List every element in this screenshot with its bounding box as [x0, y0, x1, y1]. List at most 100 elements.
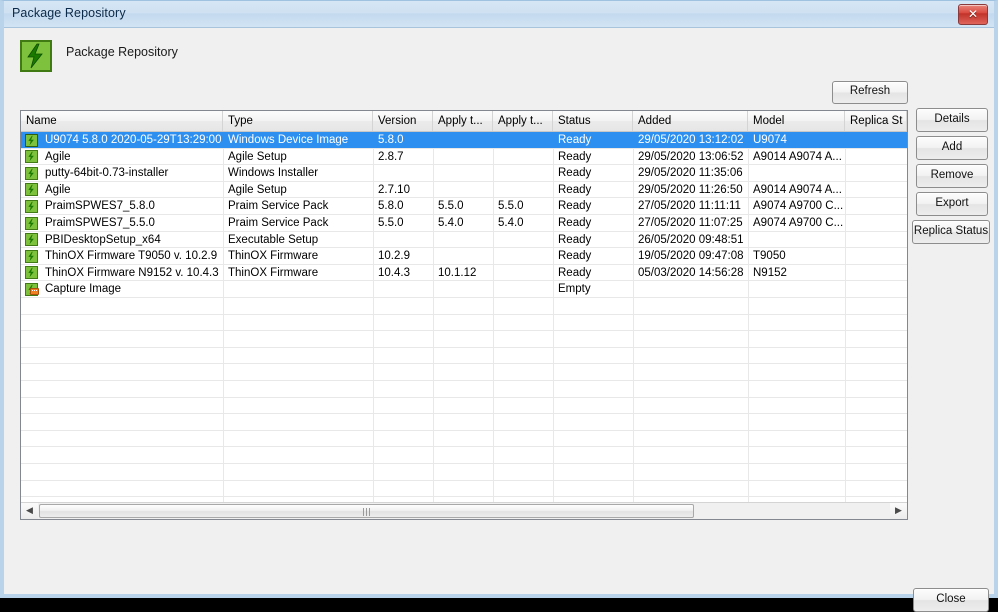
cell-name: Agile	[45, 150, 71, 163]
scroll-right-arrow-icon[interactable]: ▶	[890, 503, 907, 519]
table-column-header-5[interactable]: Status	[553, 111, 633, 131]
cell-version: 2.7.10	[378, 183, 410, 196]
cell-added: 19/05/2020 09:47:08	[638, 250, 744, 263]
cell-status: Ready	[558, 266, 592, 279]
cell-status: Ready	[558, 150, 592, 163]
button-add[interactable]: Add	[916, 136, 988, 160]
cell-model: A9014 A9074 A...	[753, 150, 842, 163]
refresh-button[interactable]: Refresh	[832, 81, 908, 104]
cell-model	[748, 232, 845, 249]
table-column-header-3[interactable]: Apply t...	[433, 111, 493, 131]
table-column-header-1[interactable]: Type	[223, 111, 373, 131]
cell-type: ThinOX Firmware	[228, 250, 319, 263]
cell-apply_to_1	[433, 182, 493, 199]
cell-type: ThinOX Firmware	[228, 266, 319, 279]
table-empty-row	[21, 464, 907, 481]
table-row[interactable]: Agile Agile Setup 2.8.7 Ready 29/05/2020 13:…	[21, 149, 907, 166]
close-icon: ✕	[967, 7, 979, 21]
table-row[interactable]: putty-64bit-0.73-installer Windows Instal…	[21, 165, 907, 182]
scrollbar-thumb[interactable]	[39, 504, 694, 518]
button-export[interactable]: Export	[916, 192, 988, 216]
cell-version: 2.8.7	[378, 150, 404, 163]
table-column-header-0[interactable]: Name	[21, 111, 223, 131]
cell-apply_to_1	[433, 281, 493, 298]
cell-name: Agile	[45, 183, 71, 196]
cell-replica_status	[845, 132, 907, 149]
cell-added: 27/05/2020 11:11:11	[638, 200, 741, 213]
button-replica-status[interactable]: Replica Status	[912, 220, 990, 244]
close-dialog-button[interactable]: Close	[913, 588, 989, 612]
cell-version: 10.2.9	[378, 250, 410, 263]
horizontal-scrollbar[interactable]: ◀ ▶	[21, 502, 907, 519]
cell-version	[373, 165, 433, 182]
cell-model: U9074	[753, 134, 787, 146]
cell-name: PBIDesktopSetup_x64	[45, 233, 161, 246]
cell-type: Praim Service Pack	[228, 217, 329, 229]
table-row[interactable]: Capture Image Empty	[21, 281, 907, 298]
table-row[interactable]: PBIDesktopSetup_x64 Executable Setup Ready…	[21, 232, 907, 249]
cell-version	[373, 281, 433, 298]
cell-added: 29/05/2020 11:35:06	[638, 167, 743, 180]
package-repository-window: Package Repository ✕ Package Repository …	[0, 0, 998, 612]
cell-type: Agile Setup	[228, 150, 287, 163]
cell-replica_status	[845, 215, 907, 232]
button-details[interactable]: Details	[916, 108, 988, 132]
cell-added: 29/05/2020 13:12:02	[638, 134, 744, 146]
cell-apply_to_2	[493, 165, 553, 182]
cell-model: A9074 A9700 C...	[753, 217, 844, 229]
cell-apply_to_2	[493, 281, 553, 298]
cell-apply_to_2	[493, 182, 553, 199]
cell-model	[748, 165, 845, 182]
cell-model: A9014 A9074 A...	[753, 183, 842, 196]
page-title: Package Repository	[66, 45, 178, 59]
scroll-right-glyph: ▶	[895, 505, 902, 515]
cell-added: 27/05/2020 11:07:25	[638, 217, 743, 229]
table-empty-row	[21, 315, 907, 332]
cell-apply_to_1: 5.5.0	[438, 200, 464, 213]
cell-model	[748, 281, 845, 298]
table-column-header-8[interactable]: Replica St	[845, 111, 907, 131]
cell-version	[373, 232, 433, 249]
table-column-header-4[interactable]: Apply t...	[493, 111, 553, 131]
table-empty-row	[21, 364, 907, 381]
cell-apply_to_2	[493, 149, 553, 166]
table-empty-row	[21, 298, 907, 315]
table-row[interactable]: U9074 5.8.0 2020-05-29T13:29:00 Windows D…	[21, 132, 907, 149]
cell-replica_status	[845, 281, 907, 298]
cell-name: Capture Image	[45, 283, 122, 296]
cell-type	[223, 281, 373, 298]
table-row[interactable]: PraimSPWES7_5.5.0 Praim Service Pack 5.5.0…	[21, 215, 907, 232]
cell-status: Ready	[558, 134, 592, 146]
table-row[interactable]: ThinOX Firmware T9050 v. 10.2.9 ThinOX Fi…	[21, 248, 907, 265]
button-remove[interactable]: Remove	[916, 164, 988, 188]
cell-model: T9050	[753, 250, 786, 263]
table-empty-row	[21, 398, 907, 415]
cell-version: 10.4.3	[378, 266, 410, 279]
table-column-header-2[interactable]: Version	[373, 111, 433, 131]
table-row[interactable]: Agile Agile Setup 2.7.10 Ready 29/05/2020 11…	[21, 182, 907, 199]
window-close-button[interactable]: ✕	[958, 4, 988, 25]
cell-status: Ready	[558, 250, 592, 263]
cell-apply_to_1: 10.1.12	[438, 266, 477, 279]
cell-type: Agile Setup	[228, 183, 287, 196]
table-column-header-7[interactable]: Model	[748, 111, 845, 131]
table-row[interactable]: ThinOX Firmware N9152 v. 10.4.3 ThinOX Fi…	[21, 265, 907, 282]
window-frame-inner: Package Repository ✕ Package Repository …	[4, 1, 994, 612]
cell-name: PraimSPWES7_5.5.0	[45, 217, 155, 229]
cell-apply_to_2	[493, 265, 553, 282]
scroll-left-arrow-icon[interactable]: ◀	[21, 503, 38, 519]
table-empty-row	[21, 348, 907, 365]
cell-apply_to_2	[493, 232, 553, 249]
cell-added: 05/03/2020 14:56:28	[638, 266, 744, 279]
table-column-header-6[interactable]: Added	[633, 111, 748, 131]
window-title: Package Repository	[12, 6, 126, 20]
cell-status: Ready	[558, 217, 592, 229]
table-empty-row	[21, 381, 907, 398]
cell-status: Ready	[558, 233, 592, 246]
cell-name: PraimSPWES7_5.8.0	[45, 200, 155, 213]
cell-added: 26/05/2020 09:48:51	[638, 233, 744, 246]
table-row[interactable]: PraimSPWES7_5.8.0 Praim Service Pack 5.8.0…	[21, 198, 907, 215]
table-header-row: Name Type Version Apply t... Apply t... Statu…	[21, 111, 907, 132]
cell-type: Windows Device Image	[228, 134, 349, 146]
title-bar: Package Repository ✕	[4, 1, 994, 28]
